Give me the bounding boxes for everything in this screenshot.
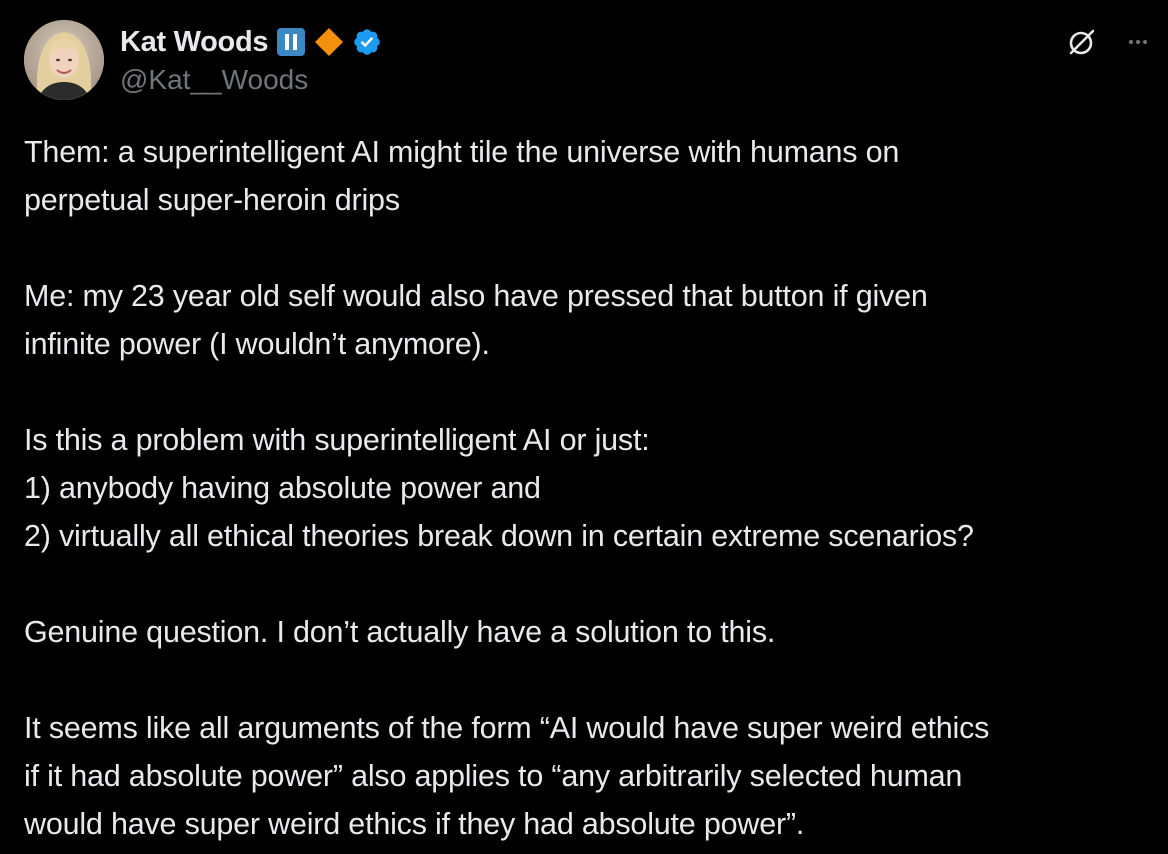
tweet-text: Them: a superintelligent AI might tile t… [24, 128, 1164, 848]
avatar-photo-icon [24, 20, 104, 100]
avatar[interactable] [24, 20, 104, 100]
grok-icon[interactable] [1066, 26, 1098, 58]
orange-diamond-icon [314, 27, 344, 57]
author-handle[interactable]: @Kat__Woods [120, 64, 308, 96]
tweet-paragraph: Genuine question. I don’t actually have … [24, 615, 776, 649]
author-name-row: Kat Woods [120, 24, 382, 60]
dot-icon [1136, 40, 1140, 44]
display-name[interactable]: Kat Woods [120, 26, 269, 59]
dot-icon [1129, 40, 1133, 44]
pause-badge-icon [276, 27, 306, 57]
more-options-icon[interactable] [1122, 26, 1154, 58]
tweet-paragraph: Is this a problem with superintelligent … [24, 423, 974, 553]
tweet-paragraph: It seems like all arguments of the form … [24, 711, 990, 841]
tweet-paragraph: Them: a superintelligent AI might tile t… [24, 135, 900, 217]
verified-badge-icon[interactable] [352, 27, 382, 57]
tweet-header: Kat Woods @Kat__Woods [24, 20, 1154, 102]
tweet: Kat Woods @Kat__Woods Them: a superintel… [0, 0, 1168, 854]
dot-icon [1143, 40, 1147, 44]
tweet-paragraph: Me: my 23 year old self would also have … [24, 279, 928, 361]
